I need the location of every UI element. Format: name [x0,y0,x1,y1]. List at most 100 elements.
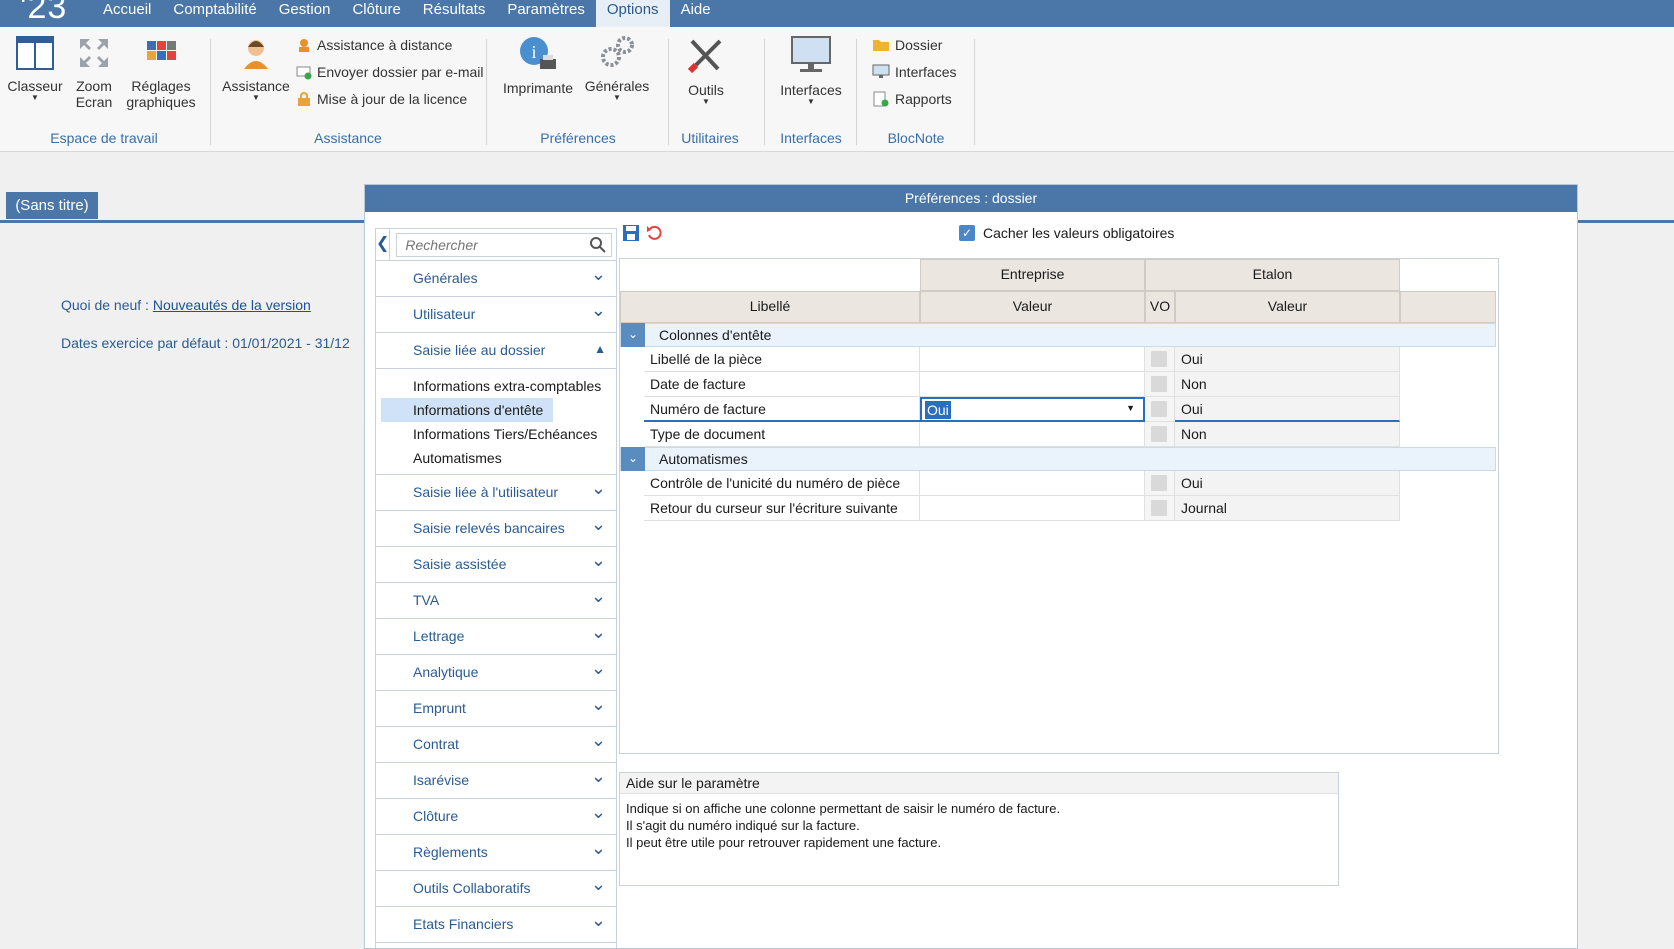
dossier-button[interactable]: Dossier [872,35,942,55]
dates-exercice: Dates exercice par défaut : 01/01/2021 -… [61,335,350,351]
email-send-icon [296,66,312,80]
nav-category[interactable]: Saisie assistée ⌄ [376,547,616,583]
generales-label: Générales [584,78,650,94]
nouveautes-link[interactable]: Nouveautés de la version [153,297,311,313]
binder-icon [16,36,54,70]
header-etalon: Etalon [1145,259,1400,291]
chevron-down-icon: ⌄ [590,264,606,284]
save-icon[interactable] [621,223,641,243]
search-icon[interactable] [589,236,607,254]
vo-checkbox[interactable] [1151,500,1167,516]
nav-subitem[interactable]: Informations extra-comptables [376,374,616,398]
ribbon-separator [764,39,765,145]
menu-comptabilite[interactable]: Comptabilité [162,0,267,20]
nav-subitems: Informations extra-comptables Information… [376,369,616,475]
chevron-down-icon: ⌄ [590,586,606,606]
dropdown-arrow-icon[interactable]: ▼ [1126,403,1135,413]
row-value[interactable] [920,471,1145,496]
monitor-small-icon [872,64,890,78]
outils-button[interactable]: Outils ▼ [678,35,734,106]
nav-category-expanded[interactable]: Saisie liée au dossier ▲ [376,333,616,369]
row-value[interactable] [920,372,1145,397]
generales-button[interactable]: Générales ▼ [582,35,652,102]
menu-parametres[interactable]: Paramètres [496,0,596,20]
nav-subitem[interactable]: Automatismes [376,446,616,470]
chevron-down-icon: ⌄ [590,910,606,930]
undo-icon[interactable] [645,223,665,243]
nav-category[interactable]: Règlements ⌄ [376,835,616,871]
row-label: Date de facture [644,372,920,397]
nav-subitem[interactable]: Informations Tiers/Echéances [376,422,616,446]
nav-category[interactable]: Clôture ⌄ [376,799,616,835]
help-panel: Aide sur le paramètre Indique si on affi… [619,772,1339,886]
mise-a-jour-licence-button[interactable]: Mise à jour de la licence [296,89,467,109]
nav-category[interactable]: Analytique ⌄ [376,655,616,691]
row-value[interactable] [920,496,1145,521]
remote-assist-icon [299,39,309,52]
column-valeur: Valeur [920,291,1145,323]
ribbon-separator [856,39,857,145]
collapse-toggle-icon[interactable]: ⌄ [621,323,645,347]
document-tab[interactable]: (Sans titre) [6,192,98,219]
report-icon [873,91,889,107]
quoi-de-neuf: Quoi de neuf : Nouveautés de la version [61,297,311,313]
zoom-ecran-button[interactable]: Zoom Ecran [68,35,120,110]
vo-checkbox[interactable] [1151,475,1167,491]
vo-checkbox[interactable] [1151,351,1167,367]
reglages-graphiques-button[interactable]: Réglages graphiques [124,35,198,110]
group-row: ⌄ Automatismes [620,447,1496,471]
menu-options[interactable]: Options [595,0,670,27]
help-body: Indique si on affiche une colonne permet… [620,794,1338,857]
nav-category[interactable]: Saisie relevés bancaires ⌄ [376,511,616,547]
nav-category[interactable]: Utilisateur ⌄ [376,297,616,333]
collapse-toggle-icon[interactable]: ⌄ [621,447,645,471]
vo-checkbox[interactable] [1151,376,1167,392]
nav-category[interactable]: TVA ⌄ [376,583,616,619]
assistance-distance-button[interactable]: Assistance à distance [296,35,452,55]
back-icon[interactable]: ❮ [376,229,391,260]
imprimante-button[interactable]: i Imprimante [500,35,576,96]
nav-category[interactable]: Isarévise ⌄ [376,763,616,799]
menu-resultats[interactable]: Résultats [412,0,497,20]
hide-mandatory-checkbox[interactable]: ✓ Cacher les valeurs obligatoires [959,225,1174,241]
nav-category[interactable]: Emprunt ⌄ [376,691,616,727]
help-line: Il peut être utile pour retrouver rapide… [626,835,942,850]
menu-gestion[interactable]: Gestion [268,0,342,20]
assistance-button[interactable]: Assistance ▼ [222,35,290,102]
nav-category[interactable]: Générales ⌄ [376,261,616,297]
value-select[interactable]: Oui ▼ [920,397,1145,422]
tab-underline-right [1576,220,1674,223]
main-menu: Accueil Comptabilité Gestion Clôture Rés… [92,0,722,27]
rapports-button[interactable]: Rapports [872,89,952,109]
search-input[interactable] [397,236,590,254]
nav-category-label: Utilisateur [413,306,476,322]
gears-icon [601,36,634,67]
vo-checkbox[interactable] [1151,426,1167,442]
dossier-label: Dossier [895,37,943,53]
interfaces-button[interactable]: Interfaces ▼ [776,35,846,106]
app-logo: '23 [20,0,68,26]
zoom-screen-icon [80,39,108,67]
row-vo-cell [1145,347,1175,372]
nav-category[interactable]: Etats Financiers ⌄ [376,907,616,943]
row-etalon-value: Non [1175,422,1400,447]
nav-category[interactable]: Lettrage ⌄ [376,619,616,655]
ribbon-separator [668,39,669,145]
menu-accueil[interactable]: Accueil [92,0,162,20]
chevron-down-icon: ▼ [613,93,621,102]
nav-category[interactable]: Saisie liée à l'utilisateur ⌄ [376,475,616,511]
nav-category-label: Contrat [413,736,459,752]
interfaces-small-button[interactable]: Interfaces [872,62,956,82]
tools-icon [687,39,722,74]
menu-aide[interactable]: Aide [670,0,722,20]
envoyer-dossier-button[interactable]: Envoyer dossier par e-mail [296,62,484,82]
classeur-button[interactable]: Classeur ▼ [6,35,64,102]
menu-cloture[interactable]: Clôture [341,0,411,20]
nav-category[interactable]: Outils Collaboratifs ⌄ [376,871,616,907]
vo-checkbox[interactable] [1151,401,1167,417]
row-value[interactable] [920,422,1145,447]
nav-subitem[interactable]: Informations d'entête [381,398,553,422]
row-value[interactable] [920,347,1145,372]
mise-a-jour-licence-label: Mise à jour de la licence [317,91,468,107]
nav-category[interactable]: Contrat ⌄ [376,727,616,763]
